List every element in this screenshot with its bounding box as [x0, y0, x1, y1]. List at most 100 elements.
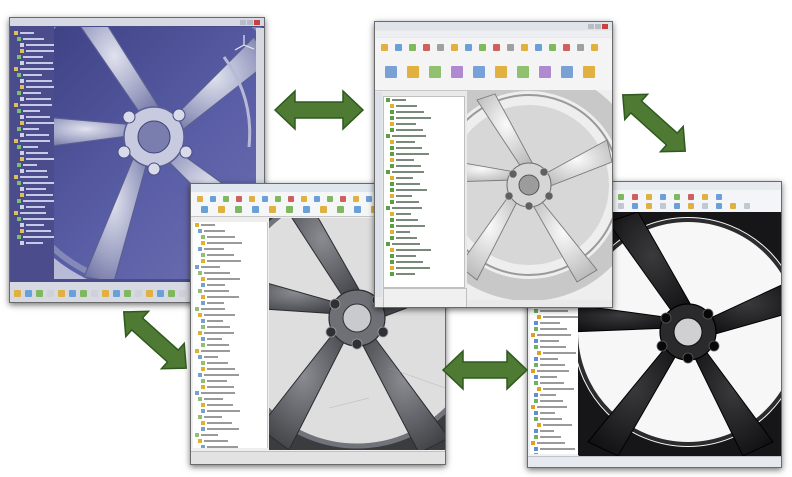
toolbar-button[interactable] [197, 196, 203, 202]
toolbar-button[interactable] [314, 196, 320, 202]
toolbar-button[interactable] [716, 203, 722, 209]
toolbar-button[interactable] [577, 44, 584, 51]
minimize-icon[interactable] [240, 20, 246, 25]
tree-item[interactable] [384, 271, 464, 277]
toolbar-button[interactable] [646, 194, 652, 200]
minimize-icon[interactable] [588, 24, 594, 29]
toolbar-button[interactable] [409, 44, 416, 51]
solidworks-feature-tree[interactable] [530, 296, 578, 454]
toolbar-button[interactable] [702, 203, 708, 209]
catia-spec-tree[interactable] [14, 30, 54, 280]
toolbar-button[interactable] [702, 194, 708, 200]
toolbar-button[interactable] [157, 290, 164, 297]
toolbar-button[interactable] [479, 44, 486, 51]
tree-item[interactable] [530, 452, 578, 454]
toolbar-button[interactable] [688, 203, 694, 209]
toolbar-button[interactable] [303, 206, 310, 213]
toolbar-button[interactable] [210, 196, 216, 202]
toolbar-button[interactable] [407, 66, 419, 78]
toolbar-button[interactable] [36, 290, 43, 297]
toolbar-button[interactable] [583, 66, 595, 78]
toolbar-button[interactable] [385, 66, 397, 78]
maximize-icon[interactable] [247, 20, 253, 25]
toolbar-button[interactable] [58, 290, 65, 297]
toolbar-button[interactable] [223, 196, 229, 202]
toolbar-button[interactable] [168, 290, 175, 297]
toolbar-button[interactable] [102, 290, 109, 297]
toolbar-button[interactable] [91, 290, 98, 297]
toolbar-button[interactable] [262, 196, 268, 202]
close-icon[interactable] [602, 24, 608, 29]
toolbar-button[interactable] [366, 196, 372, 202]
toolbar-button[interactable] [632, 203, 638, 209]
toolbar-button[interactable] [124, 290, 131, 297]
toolbar-button[interactable] [423, 44, 430, 51]
toolbar-button[interactable] [716, 194, 722, 200]
toolbar-button[interactable] [660, 194, 666, 200]
toolbar-button[interactable] [25, 290, 32, 297]
toolbar-button[interactable] [688, 194, 694, 200]
toolbar-button[interactable] [269, 206, 276, 213]
toolbar-button[interactable] [395, 44, 402, 51]
toolbar-button[interactable] [249, 196, 255, 202]
toolbar-button[interactable] [353, 196, 359, 202]
toolbar-button[interactable] [14, 290, 21, 297]
toolbar-button[interactable] [563, 44, 570, 51]
toolbar-button[interactable] [507, 44, 514, 51]
toolbar-button[interactable] [632, 194, 638, 200]
toolbar-button[interactable] [113, 290, 120, 297]
toolbar-button[interactable] [561, 66, 573, 78]
toolbar-button[interactable] [451, 66, 463, 78]
toolbar-button[interactable] [286, 206, 293, 213]
toolbar-button[interactable] [340, 196, 346, 202]
toolbar-button[interactable] [275, 196, 281, 202]
toolbar-button[interactable] [218, 206, 225, 213]
toolbar-button[interactable] [135, 290, 142, 297]
toolbar-button[interactable] [337, 206, 344, 213]
toolbar-button[interactable] [730, 203, 736, 209]
toolbar-button[interactable] [69, 290, 76, 297]
toolbar-button[interactable] [327, 196, 333, 202]
toolbar-button[interactable] [473, 66, 485, 78]
toolbar-button[interactable] [429, 66, 441, 78]
toolbar-button[interactable] [80, 290, 87, 297]
toolbar-button[interactable] [744, 203, 750, 209]
toolbar-button[interactable] [381, 44, 388, 51]
toolbar-button[interactable] [465, 44, 472, 51]
catia-compass-icon[interactable] [232, 33, 256, 57]
toolbar-button[interactable] [495, 66, 507, 78]
toolbar-button[interactable] [288, 196, 294, 202]
tree-item[interactable] [14, 240, 54, 246]
nx-part-navigator[interactable] [193, 222, 268, 448]
toolbar-button[interactable] [646, 203, 652, 209]
toolbar-button[interactable] [535, 44, 542, 51]
toolbar-button[interactable] [354, 206, 361, 213]
toolbar-button[interactable] [493, 44, 500, 51]
toolbar-button[interactable] [618, 203, 624, 209]
topcenter-3d-viewport[interactable] [467, 90, 612, 300]
toolbar-button[interactable] [549, 44, 556, 51]
toolbar-button[interactable] [451, 44, 458, 51]
toolbar-button[interactable] [591, 44, 598, 51]
maximize-icon[interactable] [595, 24, 601, 29]
toolbar-button[interactable] [618, 194, 624, 200]
tree-item[interactable] [193, 444, 267, 448]
toolbar-button[interactable] [252, 206, 259, 213]
close-icon[interactable] [254, 20, 260, 25]
toolbar-button[interactable] [517, 66, 529, 78]
toolbar-button[interactable] [437, 44, 444, 51]
toolbar-button[interactable] [660, 203, 666, 209]
toolbar-button[interactable] [674, 203, 680, 209]
toolbar-button[interactable] [521, 44, 528, 51]
toolbar-button[interactable] [201, 206, 208, 213]
toolbar-button[interactable] [47, 290, 54, 297]
toolbar-button[interactable] [539, 66, 551, 78]
toolbar-button[interactable] [301, 196, 307, 202]
topcenter-model-tree[interactable] [383, 96, 465, 288]
toolbar-button[interactable] [320, 206, 327, 213]
toolbar-button[interactable] [146, 290, 153, 297]
toolbar-button[interactable] [236, 196, 242, 202]
toolbar-button[interactable] [235, 206, 242, 213]
toolbar-button[interactable] [674, 194, 680, 200]
toolbar-button[interactable] [179, 290, 186, 297]
